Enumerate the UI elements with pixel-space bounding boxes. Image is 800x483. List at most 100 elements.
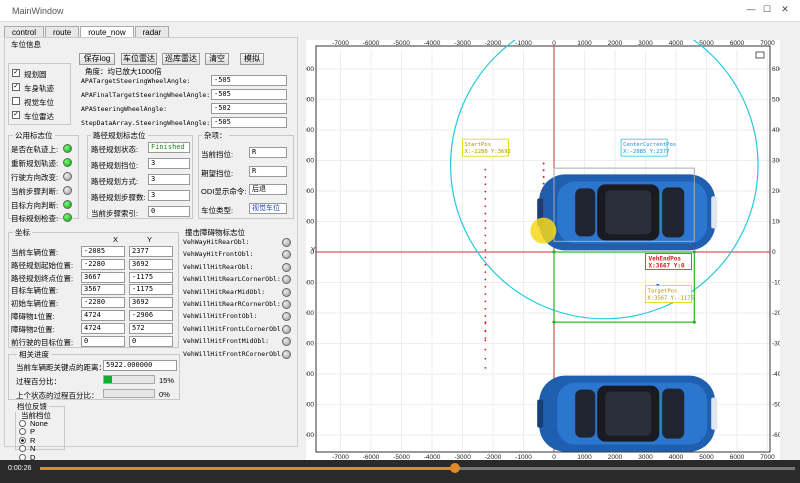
collision-flag-label: VehWillHitFrontRCornerObl: bbox=[183, 349, 285, 358]
y-tick-label-right: 3000 bbox=[772, 158, 780, 165]
clear-button[interactable]: 清空 bbox=[205, 53, 229, 65]
status-led bbox=[282, 250, 291, 260]
route-status-field[interactable]: Finished bbox=[148, 142, 190, 153]
param-name: StepDataArray.SteeringWheelAngle: bbox=[81, 119, 211, 127]
coord-y-field[interactable]: -2906 bbox=[129, 310, 173, 321]
collision-flag-label: VehWillHitFrontMidObl: bbox=[183, 337, 270, 346]
route-flags-title: 路径规划标志位 bbox=[91, 130, 148, 141]
route-pct-text: 15% bbox=[159, 376, 175, 385]
vehicle-parked bbox=[537, 375, 718, 452]
trajectory-point bbox=[484, 357, 487, 360]
trajectory-point bbox=[484, 249, 487, 252]
route-gear-field[interactable]: 3 bbox=[148, 158, 190, 169]
control-panel: 车位信息 保存log 车位雷达 巡库雷达 清空 模拟 ✓ 规划圆 ✓ 车身轨迹 … bbox=[4, 37, 298, 462]
video-seek-handle[interactable] bbox=[450, 463, 461, 473]
distance-label: 当前车辆距关键点的距离： bbox=[16, 363, 106, 372]
checkbox-plan-circle[interactable]: ✓ bbox=[12, 69, 20, 77]
y-tick-label-left: 4000 bbox=[306, 127, 314, 134]
route-step-index-field[interactable]: 0 bbox=[148, 206, 190, 217]
checkbox-slot-radar[interactable]: ✓ bbox=[12, 111, 20, 119]
status-led bbox=[282, 337, 291, 347]
coord-x-field[interactable]: 4724 bbox=[81, 322, 125, 334]
status-led bbox=[282, 238, 291, 247]
y-tick-label-left: -3000 bbox=[306, 341, 314, 348]
expected-gear-field[interactable]: R bbox=[249, 166, 287, 177]
trajectory-point bbox=[484, 263, 487, 266]
trajectory-point bbox=[484, 293, 487, 295]
prev-pct-label: 上个状态的过程百分比： bbox=[16, 391, 99, 400]
trajectory-point bbox=[484, 271, 487, 274]
coord-label: 障碍物1位置: bbox=[11, 312, 55, 321]
x-tick-label-top: 1000 bbox=[577, 40, 592, 47]
prev-pct-text: 0% bbox=[159, 390, 170, 399]
coord-y-field[interactable]: 3692 bbox=[129, 297, 173, 309]
y-tick-label-left: -4000 bbox=[306, 371, 314, 378]
patrol-radar-button[interactable]: 巡库雷达 bbox=[162, 53, 200, 65]
coord-y-field[interactable]: 572 bbox=[129, 322, 173, 334]
coord-x-field[interactable]: 3667 bbox=[81, 271, 125, 283]
collision-flag-label: VehWillHitFrontLCornerObl: bbox=[183, 324, 285, 333]
misc-label: 车位类型: bbox=[201, 206, 234, 215]
gear-radio-none[interactable] bbox=[19, 420, 26, 427]
y-tick-label-right: -6000 bbox=[772, 432, 780, 439]
maximize-button[interactable]: ☐ bbox=[760, 4, 774, 18]
minimize-button[interactable]: — bbox=[744, 4, 758, 18]
trajectory-point bbox=[542, 175, 545, 178]
status-led bbox=[63, 200, 72, 209]
end-pos-annotation-text: X:3667 Y:0 bbox=[649, 263, 686, 270]
param-value[interactable]: -502 bbox=[211, 103, 287, 114]
video-time: 0:00:26 bbox=[8, 465, 32, 472]
coord-x-field[interactable]: 4724 bbox=[81, 310, 125, 321]
trajectory-point bbox=[542, 209, 545, 212]
coord-x-field[interactable]: -2280 bbox=[81, 297, 125, 309]
y-tick-label-right: 4000 bbox=[772, 127, 780, 134]
save-log-button[interactable]: 保存log bbox=[79, 53, 115, 65]
trajectory-point bbox=[484, 190, 487, 193]
trajectory-point bbox=[542, 189, 545, 192]
param-value[interactable]: -505 bbox=[211, 117, 287, 128]
center-current-annotation-text: CenterCurrentPos bbox=[623, 142, 676, 148]
coord-y-field[interactable]: -1175 bbox=[129, 284, 173, 296]
coord-y-field[interactable]: 0 bbox=[129, 335, 173, 347]
coord-x-field[interactable]: -2280 bbox=[81, 258, 125, 270]
distance-field[interactable]: 5922.000000 bbox=[103, 360, 177, 371]
route-steps-field[interactable]: 3 bbox=[148, 190, 190, 201]
cursor-highlight bbox=[530, 217, 557, 244]
route-plot[interactable]: -7000 -7000 -6000 -6000 -5000 -5000 -4000 -4000… bbox=[297, 10, 789, 461]
y-tick-label-left: -2000 bbox=[306, 310, 314, 317]
vehicle-info-title: 车位信息 bbox=[11, 40, 41, 49]
simulate-button[interactable]: 模拟 bbox=[240, 53, 264, 65]
status-led bbox=[282, 275, 291, 285]
coord-y-field[interactable]: -1175 bbox=[129, 271, 173, 283]
param-value[interactable]: -505 bbox=[211, 89, 287, 100]
param-value[interactable]: -505 bbox=[211, 75, 287, 86]
trajectory-point bbox=[484, 300, 487, 303]
vehicle-radar-button[interactable]: 车位雷达 bbox=[121, 53, 157, 65]
y-tick-label-left: 2000 bbox=[306, 188, 314, 195]
coord-y-field[interactable]: 3692 bbox=[129, 258, 173, 270]
x-tick-label-top: -1000 bbox=[515, 40, 532, 47]
coord-x-field[interactable]: 0 bbox=[81, 335, 125, 347]
coord-x-field[interactable]: 3567 bbox=[81, 284, 125, 296]
end-pos-annotation-text: VehEndPos bbox=[649, 256, 682, 263]
status-led bbox=[63, 158, 72, 167]
window-title: MainWindow bbox=[12, 6, 64, 16]
coord-x-field[interactable]: -2085 bbox=[81, 246, 125, 257]
video-seek-track[interactable] bbox=[40, 463, 795, 473]
coord-y-field[interactable]: 2377 bbox=[129, 246, 173, 257]
gear-radio-n[interactable] bbox=[19, 445, 26, 453]
y-tick-label-right: 6000 bbox=[772, 66, 780, 73]
slot-type-field[interactable]: 视觉车位 bbox=[249, 203, 287, 214]
prev-progress-bar bbox=[103, 389, 155, 398]
param-name: APATargetSteeringWheelAngle: bbox=[81, 77, 191, 85]
checkbox-body-track[interactable]: ✓ bbox=[12, 83, 20, 91]
route-mode-field[interactable]: 3 bbox=[148, 174, 190, 185]
checkbox-visual-slot[interactable] bbox=[12, 97, 20, 105]
gear-radio-r[interactable] bbox=[19, 436, 26, 444]
current-gear-field[interactable]: R bbox=[249, 147, 287, 158]
trajectory-point bbox=[484, 183, 487, 186]
status-led bbox=[282, 287, 291, 297]
plot-canvas[interactable]: -7000-7000-6000-6000-5000-5000-4000-4000… bbox=[297, 10, 789, 461]
odi-command-field[interactable]: 后退 bbox=[249, 184, 287, 195]
close-button[interactable]: ✕ bbox=[778, 4, 792, 18]
